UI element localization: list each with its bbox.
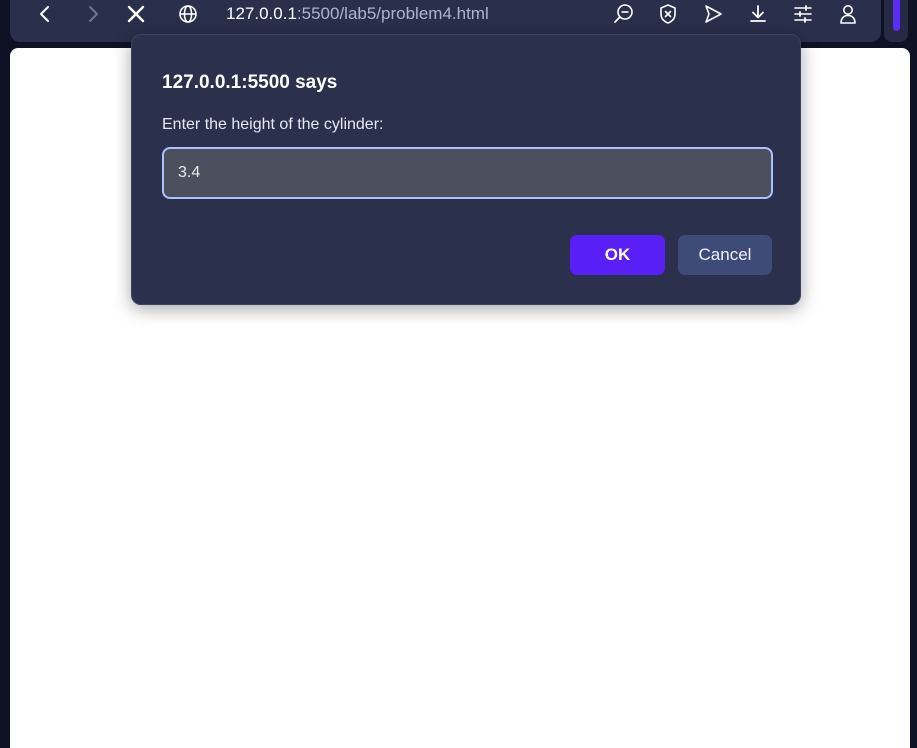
stop-loading-icon[interactable] — [122, 0, 150, 28]
forward-icon[interactable] — [78, 0, 106, 28]
url-host: 127.0.0.1 — [226, 4, 297, 23]
url-path: :5500/lab5/problem4.html — [296, 4, 489, 23]
send-icon[interactable] — [699, 0, 727, 28]
zoom-out-icon[interactable] — [609, 0, 637, 28]
ok-button[interactable]: OK — [570, 235, 665, 275]
dialog-input[interactable] — [162, 147, 773, 199]
easy-setup-icon[interactable] — [789, 0, 817, 28]
sidebar-accent-tab[interactable] — [893, 0, 900, 31]
dialog-title: 127.0.0.1:5500 says — [162, 72, 338, 93]
profile-icon[interactable] — [834, 0, 862, 28]
download-icon[interactable] — [744, 0, 772, 28]
back-icon[interactable] — [32, 0, 60, 28]
cancel-button[interactable]: Cancel — [678, 235, 772, 275]
prompt-dialog: 127.0.0.1:5500 says Enter the height of … — [131, 34, 801, 305]
shield-icon[interactable] — [654, 0, 682, 28]
address-bar-url[interactable]: 127.0.0.1:5500/lab5/problem4.html — [226, 2, 489, 26]
site-info-globe-icon[interactable] — [174, 0, 202, 28]
dialog-message: Enter the height of the cylinder: — [162, 116, 384, 133]
